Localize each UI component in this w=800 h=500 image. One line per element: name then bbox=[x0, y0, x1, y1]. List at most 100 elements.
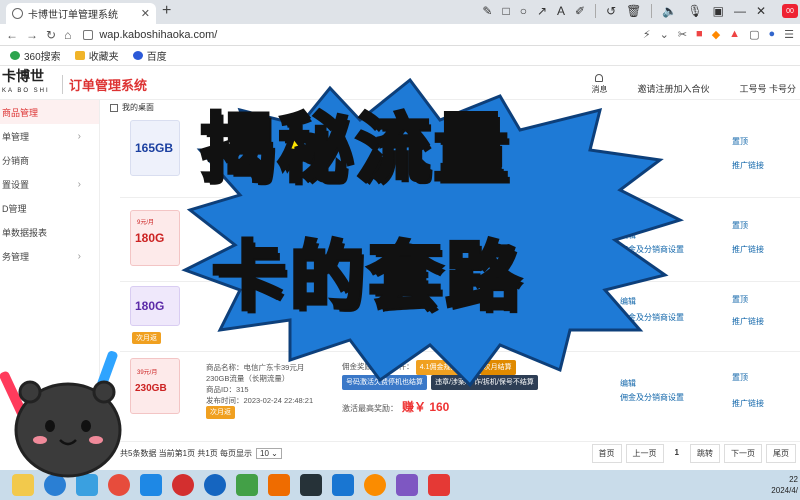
table-row: 39元/月 230GB 商品名称：电信广东卡39元月 230GB流量（长期流量）… bbox=[120, 352, 800, 442]
max-reward: 激活最高奖励： 赚￥ 160 bbox=[342, 398, 449, 415]
pin-link[interactable]: 置顶 bbox=[732, 372, 748, 383]
bell-icon bbox=[595, 74, 604, 82]
sidebar-item-label: 置设置 bbox=[2, 179, 30, 190]
product-thumbnail[interactable]: 180G bbox=[130, 286, 180, 326]
last-page-button[interactable]: 尾页 bbox=[766, 444, 796, 463]
microphone-icon[interactable]: 🎙 bbox=[687, 4, 702, 18]
lightning-icon[interactable]: ⚡ bbox=[643, 28, 651, 41]
circle-icon[interactable]: ○ bbox=[520, 4, 527, 18]
first-page-button[interactable]: 首页 bbox=[591, 444, 622, 463]
current-page-button[interactable]: 1 bbox=[667, 444, 686, 463]
messages-label: 消息 bbox=[591, 85, 608, 94]
thumbnail-price: 9元/月 bbox=[137, 220, 155, 226]
sidebar-item-distributors[interactable]: 分销商 bbox=[0, 148, 99, 172]
app-logo[interactable]: 卡博世 KA BO SHI bbox=[2, 70, 50, 98]
sidebar-item-orders[interactable]: 单管理 › bbox=[0, 124, 99, 148]
invite-link[interactable]: 邀请注册加入合伙 bbox=[637, 82, 709, 95]
extension-icon[interactable]: ● bbox=[768, 28, 775, 41]
promo-link[interactable]: 推广链接 bbox=[732, 244, 764, 255]
window-icon[interactable]: ▣ bbox=[713, 4, 724, 18]
sidebar-item-settings[interactable]: 置设置 › bbox=[0, 172, 99, 196]
thumbnail-price: 39元/月 bbox=[137, 370, 158, 376]
next-page-button[interactable]: 下一页 bbox=[724, 444, 762, 463]
arrow-icon[interactable]: ↗ bbox=[537, 4, 547, 18]
product-thumbnail[interactable]: 165GB bbox=[130, 120, 180, 176]
window-icon[interactable]: ▢ bbox=[749, 28, 759, 41]
app-icon[interactable] bbox=[204, 474, 226, 496]
reload-icon[interactable]: ↻ bbox=[46, 28, 56, 42]
scissors-icon[interactable]: ✂ bbox=[678, 28, 687, 41]
url-field[interactable]: wap.kaboshihaoka.com/ bbox=[83, 29, 217, 41]
minimize-icon[interactable]: — bbox=[734, 4, 746, 18]
commission-settings-link[interactable]: 佣金及分销商设置 bbox=[620, 244, 684, 255]
screen-annotation-toolbar: ✎ □ ○ ↗ A ✐ ↺ 🗑 🔈 🎙 ▣ — ✕ bbox=[482, 4, 766, 18]
app-icon[interactable] bbox=[364, 474, 386, 496]
app-icon[interactable] bbox=[428, 474, 450, 496]
sidebar-item-id-management[interactable]: D管理 bbox=[0, 196, 99, 220]
commission-settings-link[interactable]: 佣金及分销商设置 bbox=[620, 392, 684, 403]
jump-page-button[interactable]: 跳转 bbox=[690, 444, 720, 463]
bookmark-item[interactable]: 百度 bbox=[132, 48, 167, 63]
page-size-select[interactable]: 10 ⌄ bbox=[256, 448, 282, 459]
close-window-icon[interactable]: ✕ bbox=[756, 4, 766, 18]
sidebar-item-finance[interactable]: 务管理 › bbox=[0, 244, 99, 268]
account-link[interactable]: 工号号 卡号分 bbox=[739, 82, 796, 95]
pin-link[interactable]: 置顶 bbox=[732, 294, 748, 305]
sidebar-item-reports[interactable]: 单数据报表 bbox=[0, 220, 99, 244]
undo-icon[interactable]: ↺ bbox=[606, 4, 616, 18]
bookmark-item[interactable]: 收藏夹 bbox=[74, 48, 119, 63]
pin-link[interactable]: 置顶 bbox=[732, 220, 748, 231]
sidebar-item-label: 单数据报表 bbox=[2, 227, 48, 238]
notification-badge[interactable]: 00 bbox=[782, 4, 798, 18]
new-tab-button[interactable]: + bbox=[162, 2, 171, 20]
commission-rules: 佣金奖励/规则/条件： 4.1佣金规则调整 次月结算 号码激活欠费停机也结算 违… bbox=[342, 360, 602, 390]
app-icon[interactable] bbox=[172, 474, 194, 496]
app-icon[interactable] bbox=[332, 474, 354, 496]
sidebar-item-products[interactable]: 商品管理 bbox=[0, 100, 99, 124]
system-clock[interactable]: 22 2024/4/ bbox=[771, 474, 798, 496]
menu-icon[interactable]: ☰ bbox=[784, 28, 794, 41]
back-icon[interactable]: ← bbox=[6, 28, 18, 42]
url-text: wap.kaboshihaoka.com/ bbox=[99, 28, 218, 41]
app-title: 订单管理系统 bbox=[62, 75, 147, 94]
rectangle-icon[interactable]: □ bbox=[502, 4, 509, 18]
marker-icon[interactable]: ✐ bbox=[575, 4, 585, 18]
bookmark-item[interactable]: 360搜索 bbox=[10, 48, 61, 63]
messages-link[interactable]: 消息 bbox=[591, 74, 607, 95]
speaker-icon[interactable]: 🔈 bbox=[662, 4, 677, 18]
app-icon[interactable] bbox=[140, 474, 162, 496]
extension-icon[interactable]: ■ bbox=[696, 28, 703, 41]
app-icon[interactable] bbox=[268, 474, 290, 496]
edit-link[interactable]: 编辑 bbox=[620, 378, 636, 389]
pen-icon[interactable]: ✎ bbox=[482, 4, 492, 18]
overlay-title-line-2: 卡的套路 bbox=[210, 234, 524, 320]
app-icon[interactable] bbox=[236, 474, 258, 496]
text-icon[interactable]: A bbox=[557, 4, 565, 18]
pin-link[interactable]: 置顶 bbox=[732, 136, 748, 147]
forward-icon[interactable]: → bbox=[26, 28, 38, 42]
home-icon[interactable]: ⌂ bbox=[64, 28, 71, 42]
lock-icon bbox=[83, 29, 94, 40]
extension-icon[interactable]: ◆ bbox=[712, 28, 720, 41]
app-icon[interactable] bbox=[396, 474, 418, 496]
close-tab-icon[interactable]: ✕ bbox=[141, 7, 150, 20]
trash-icon[interactable]: 🗑 bbox=[626, 4, 641, 18]
browser-tab[interactable]: 卡博世订单管理系统 ✕ bbox=[6, 3, 156, 24]
promo-link[interactable]: 推广链接 bbox=[732, 316, 764, 327]
edit-link[interactable]: 编辑 bbox=[620, 296, 636, 307]
breadcrumb[interactable]: 我的桌面 bbox=[110, 102, 154, 113]
terminal-icon[interactable] bbox=[300, 474, 322, 496]
pagination-buttons: 首页 上一页 1 跳转 下一页 尾页 bbox=[591, 444, 796, 463]
toolbar-divider bbox=[651, 4, 653, 18]
sidebar-item-label: 务管理 bbox=[2, 251, 30, 262]
extension-icon[interactable]: ▲ bbox=[729, 28, 740, 41]
reward-value: 赚￥ 160 bbox=[402, 400, 450, 414]
prev-page-button[interactable]: 上一页 bbox=[625, 444, 664, 463]
promo-link[interactable]: 推广链接 bbox=[732, 160, 764, 171]
chevron-down-icon[interactable]: ⌄ bbox=[660, 28, 669, 41]
product-thumbnail[interactable]: 9元/月 180G bbox=[130, 210, 180, 266]
promo-link[interactable]: 推广链接 bbox=[732, 398, 764, 409]
sidebar-item-label: 单管理 bbox=[2, 131, 30, 142]
edit-link[interactable]: 编辑 bbox=[620, 230, 636, 241]
commission-settings-link[interactable]: 佣金及分销商设置 bbox=[620, 312, 684, 323]
